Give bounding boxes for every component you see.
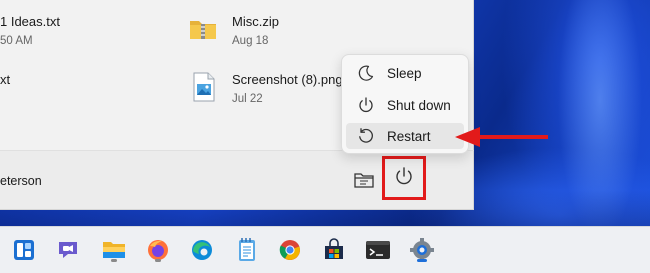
firefox-icon[interactable] bbox=[144, 236, 172, 264]
running-indicator bbox=[417, 259, 427, 262]
edge-icon[interactable] bbox=[188, 236, 216, 264]
restart-icon bbox=[357, 127, 375, 145]
power-button[interactable] bbox=[382, 156, 426, 200]
running-indicator bbox=[155, 259, 161, 262]
recent-file-item[interactable]: xt bbox=[0, 72, 10, 87]
sleep-menu-item[interactable]: Sleep bbox=[346, 60, 464, 86]
recent-file-date: 50 AM bbox=[0, 35, 33, 47]
recent-file-date: Jul 22 bbox=[232, 93, 263, 105]
notepad-icon[interactable] bbox=[233, 236, 261, 264]
power-menu: Sleep Shut down Restart bbox=[341, 54, 469, 154]
recent-file-item[interactable]: Misc.zip Aug 18 bbox=[232, 14, 279, 47]
recent-file-name: 1 Ideas.txt bbox=[0, 14, 60, 29]
recent-file-date: Aug 18 bbox=[232, 35, 269, 47]
recent-file-name: Misc.zip bbox=[232, 14, 279, 29]
power-icon bbox=[357, 96, 375, 114]
user-account-button[interactable]: eterson bbox=[0, 174, 42, 188]
shut-down-label: Shut down bbox=[387, 97, 451, 113]
store-icon[interactable] bbox=[320, 236, 348, 264]
power-icon bbox=[393, 165, 415, 192]
recent-file-item[interactable]: 1 Ideas.txt 50 AM bbox=[0, 14, 60, 47]
zip-folder-icon bbox=[188, 14, 218, 49]
taskbar bbox=[0, 226, 650, 273]
terminal-icon[interactable] bbox=[364, 236, 392, 264]
shut-down-menu-item[interactable]: Shut down bbox=[346, 92, 464, 118]
restart-menu-item[interactable]: Restart bbox=[346, 123, 464, 149]
chrome-icon[interactable] bbox=[276, 236, 304, 264]
image-file-icon bbox=[192, 72, 216, 107]
moon-icon bbox=[357, 64, 375, 82]
file-explorer-icon[interactable] bbox=[100, 236, 128, 264]
recent-file-name: Screenshot (8).png bbox=[232, 72, 343, 87]
start-footer: eterson bbox=[0, 151, 473, 209]
settings-icon[interactable] bbox=[408, 236, 436, 264]
teams-chat-icon[interactable] bbox=[54, 236, 82, 264]
sleep-label: Sleep bbox=[387, 65, 422, 81]
recent-file-name: xt bbox=[0, 72, 11, 87]
recent-file-item[interactable]: Screenshot (8).png Jul 22 bbox=[232, 72, 343, 105]
annotation-arrow bbox=[452, 124, 552, 155]
widgets-icon[interactable] bbox=[10, 236, 38, 264]
running-indicator bbox=[111, 259, 117, 262]
restart-label: Restart bbox=[387, 128, 431, 144]
documents-folder-icon[interactable] bbox=[353, 169, 375, 191]
